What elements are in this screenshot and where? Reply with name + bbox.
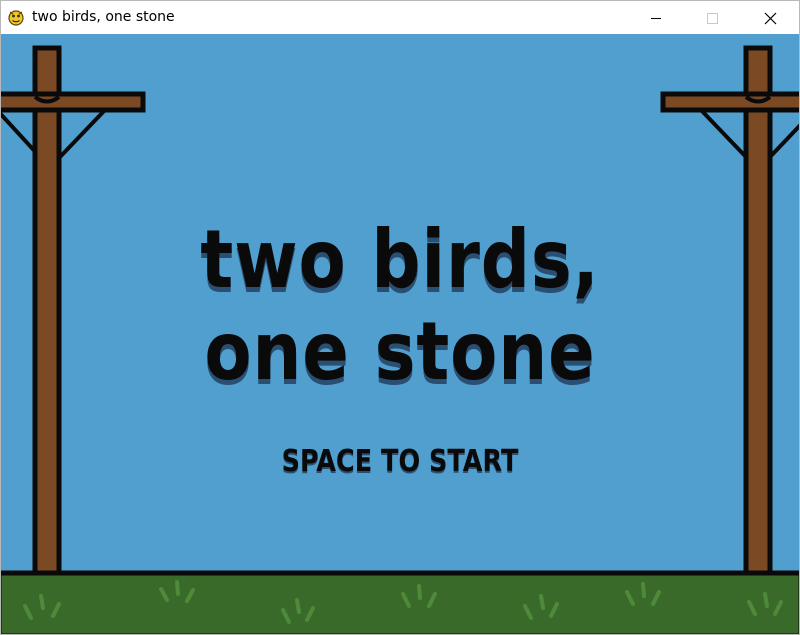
game-title: two birds, one stone: [57, 214, 743, 398]
maximize-icon: [707, 13, 718, 24]
game-canvas[interactable]: two birds, one stone SPACE TO START: [1, 34, 799, 634]
game-window: two birds, one stone two birds, one ston…: [0, 0, 800, 635]
close-icon: [764, 12, 777, 25]
title-bar[interactable]: two birds, one stone: [1, 1, 799, 34]
minimize-button[interactable]: [633, 1, 679, 34]
game-title-line-2: one stone: [204, 305, 596, 398]
start-prompt: SPACE TO START: [281, 444, 519, 479]
grass-ground: [1, 570, 799, 634]
maximize-button[interactable]: [689, 1, 735, 34]
pygame-snake-icon: [7, 9, 25, 27]
close-button[interactable]: [747, 1, 793, 34]
minimize-icon: [651, 18, 661, 19]
window-title: two birds, one stone: [32, 9, 175, 25]
game-title-line-1: two birds,: [200, 213, 600, 306]
